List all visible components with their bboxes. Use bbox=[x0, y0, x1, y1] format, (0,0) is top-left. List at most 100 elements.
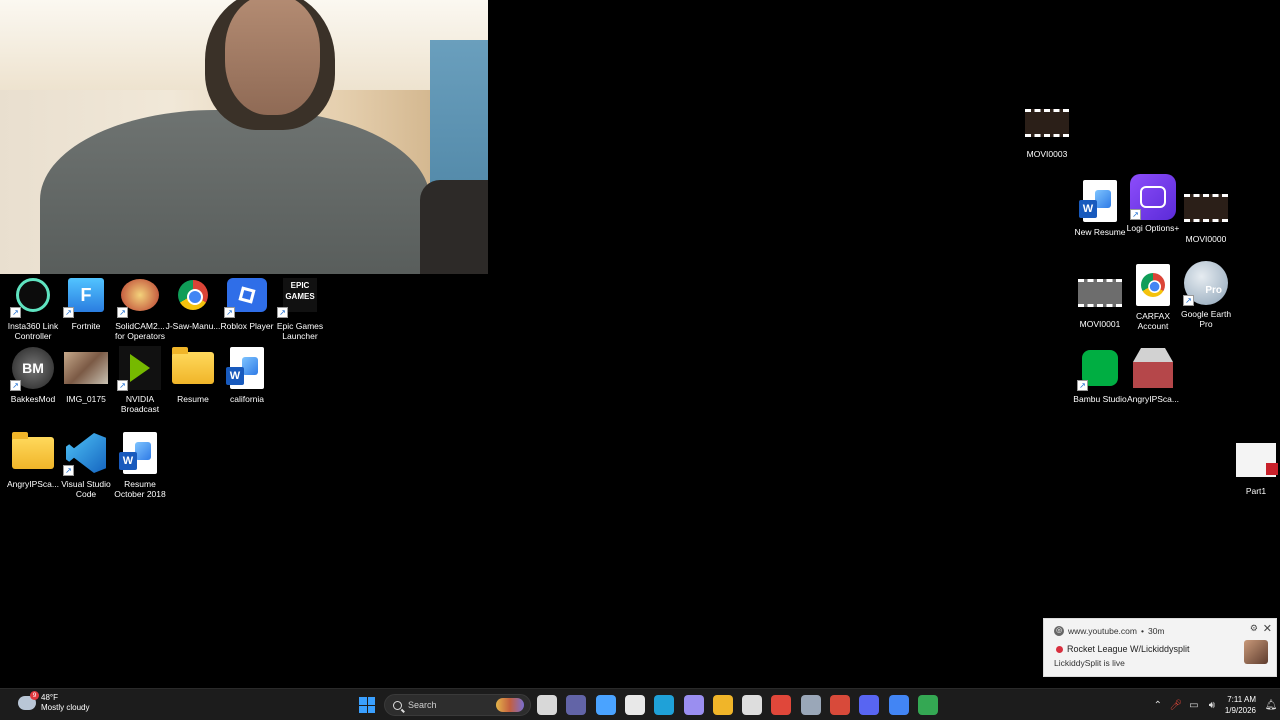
notification-source-separator: • bbox=[1140, 626, 1144, 636]
logi-options-icon: ↗ bbox=[1130, 174, 1176, 220]
store-icon[interactable] bbox=[624, 695, 645, 715]
desktop-icon-angryipscan-folder[interactable]: AngryIPSca... bbox=[5, 430, 61, 489]
desktop-icon-label: MOVI0001 bbox=[1079, 319, 1121, 329]
folder-icon bbox=[172, 347, 214, 384]
desktop-icon-img-0175[interactable]: IMG_0175 bbox=[58, 345, 114, 404]
chrome-doc-icon bbox=[1130, 262, 1176, 308]
weather-temperature: 48°F bbox=[41, 693, 58, 702]
desktop-icon-label: Google Earth Pro bbox=[1180, 309, 1232, 329]
insta360-icon: ↗ bbox=[10, 272, 56, 318]
desktop-icon-label: california bbox=[229, 394, 265, 404]
desktop-icon-label: BakkesMod bbox=[10, 394, 56, 404]
webcam-person-face bbox=[225, 0, 320, 115]
clock-time: 7:11 AM bbox=[1227, 695, 1256, 704]
solidcam-icon: ↗ bbox=[117, 272, 163, 318]
copilot-icon[interactable] bbox=[595, 695, 616, 715]
desktop-icon-nvidia-broadcast[interactable]: ↗ NVIDIA Broadcast bbox=[112, 345, 168, 414]
gaming-icon[interactable] bbox=[683, 695, 704, 715]
desktop-icon-label: J-Saw-Manu... bbox=[165, 321, 221, 331]
search-box[interactable]: Search bbox=[384, 694, 531, 716]
cloud-icon: 9 bbox=[18, 691, 39, 710]
desktop-icon-j-saw[interactable]: J-Saw-Manu... bbox=[165, 272, 221, 331]
discord-icon[interactable] bbox=[859, 695, 880, 715]
desktop-icon-carfax[interactable]: CARFAX Account bbox=[1125, 262, 1181, 331]
snipping-icon[interactable] bbox=[830, 695, 850, 715]
icon-frame bbox=[170, 272, 216, 318]
desktop-icon-label: Visual Studio Code bbox=[61, 479, 111, 499]
desktop-icon-google-earth[interactable]: Pro ↗ Google Earth Pro bbox=[1178, 260, 1234, 329]
desktop-icon-bambu-studio[interactable]: ↗ Bambu Studio bbox=[1072, 345, 1128, 404]
notification-source-url: www.youtube.com bbox=[1068, 626, 1137, 636]
icon-frame: W bbox=[117, 430, 163, 476]
icon-frame bbox=[170, 345, 216, 391]
desktop-icon-vscode[interactable]: ↗ Visual Studio Code bbox=[58, 430, 114, 499]
icon-frame bbox=[1077, 270, 1123, 316]
chrome-icon[interactable] bbox=[888, 695, 909, 715]
volume-icon[interactable]: 🔊︎ bbox=[1203, 700, 1221, 711]
search-icon bbox=[393, 700, 402, 710]
nvidia-broadcast-icon: ↗ bbox=[117, 345, 163, 391]
desktop-icon-new-resume[interactable]: W New Resume bbox=[1072, 178, 1128, 237]
desktop-icon-label: Resume October 2018 bbox=[114, 479, 166, 499]
desktop-icon-label: Fortnite bbox=[71, 321, 101, 331]
icon-frame bbox=[10, 430, 56, 476]
network-icon[interactable]: ▭ bbox=[1185, 700, 1203, 711]
obs-icon[interactable] bbox=[742, 695, 763, 715]
desktop-icon-part1[interactable]: Part1 bbox=[1232, 437, 1280, 496]
desktop-icon-california[interactable]: W california bbox=[219, 345, 275, 404]
desktop-icon-resume-oct-2018[interactable]: W Resume October 2018 bbox=[112, 430, 168, 499]
desktop-icon-logi-options[interactable]: ↗ Logi Options+ bbox=[1125, 174, 1181, 233]
task-view-icon[interactable] bbox=[537, 695, 557, 715]
desktop-icon-label: Bambu Studio bbox=[1073, 394, 1127, 404]
weather-widget[interactable]: 9 48°F Mostly cloudy bbox=[18, 691, 89, 713]
settings-icon[interactable] bbox=[800, 695, 821, 715]
video-file-icon bbox=[1184, 194, 1228, 222]
desktop-icon-label: MOVI0000 bbox=[1185, 234, 1227, 244]
desktop-icon-label: AngryIPSca... bbox=[1127, 394, 1179, 404]
live-dot-icon bbox=[1056, 645, 1063, 653]
desktop-icon-angryipscan[interactable]: AngryIPSca... bbox=[1125, 345, 1181, 404]
desktop-icon-epic-games[interactable]: EPIC GAMES ↗ Epic Games Launcher bbox=[272, 272, 328, 341]
redcircle-icon[interactable] bbox=[771, 695, 792, 715]
bambu-studio-icon: ↗ bbox=[1077, 345, 1123, 391]
desktop-icon-insta360[interactable]: ↗ Insta360 Link Controller bbox=[5, 272, 61, 341]
desktop-icon-roblox[interactable]: ↗ Roblox Player bbox=[219, 272, 275, 331]
clock[interactable]: 7:11 AM 1/9/2026 bbox=[1225, 694, 1256, 716]
settings-icon[interactable]: ⚙ bbox=[1250, 623, 1258, 634]
file-explorer-icon[interactable] bbox=[712, 695, 733, 715]
vscode-icon: ↗ bbox=[63, 430, 109, 476]
avatar bbox=[1244, 640, 1268, 664]
epic-games-icon: EPIC GAMES ↗ bbox=[277, 272, 323, 318]
bakkesmod-icon: BM ↗ bbox=[10, 345, 56, 391]
desktop-icon-resume-folder[interactable]: Resume bbox=[165, 345, 221, 404]
start-button[interactable] bbox=[359, 697, 375, 713]
video-file-icon bbox=[1078, 279, 1122, 307]
desktop-icon-label: SolidCAM2... for Operators bbox=[114, 321, 166, 341]
teams-icon[interactable] bbox=[566, 695, 587, 715]
desktop-icon-bakkesmod[interactable]: BM ↗ BakkesMod bbox=[5, 345, 61, 404]
desktop-icon-label: NVIDIA Broadcast bbox=[120, 394, 160, 414]
desktop-icon-movi0003[interactable]: MOVI0003 bbox=[1019, 100, 1075, 159]
chevron-up-icon[interactable]: ⌃ bbox=[1149, 700, 1167, 711]
weather-text: 48°F Mostly cloudy bbox=[41, 693, 89, 713]
word-doc-icon: W bbox=[119, 432, 157, 474]
desktop-icon-label: Resume bbox=[177, 394, 209, 404]
notification-bell-icon[interactable]: 🔔︎ bbox=[1262, 700, 1280, 711]
desktop-icon-label: New Resume bbox=[1074, 227, 1126, 237]
desktop-icon-solidcam[interactable]: ↗ SolidCAM2... for Operators bbox=[112, 272, 168, 341]
notification-toast[interactable]: ◎ www.youtube.com • 30m ⚙ ✕ Rocket Leagu… bbox=[1043, 618, 1277, 677]
close-icon[interactable]: ✕ bbox=[1263, 622, 1272, 635]
notification-title-text: Rocket League W/Lickiddysplit bbox=[1067, 644, 1190, 654]
chrome-alt-icon[interactable] bbox=[917, 695, 938, 715]
part-file-icon bbox=[1233, 437, 1279, 483]
desktop-icon-movi0000[interactable]: MOVI0000 bbox=[1178, 185, 1234, 244]
desktop-icon-label: Logi Options+ bbox=[1126, 223, 1180, 233]
desktop-icon-label: Roblox Player bbox=[220, 321, 274, 331]
desktop-icon-movi0001[interactable]: MOVI0001 bbox=[1072, 270, 1128, 329]
desktop-icon-fortnite[interactable]: F ↗ Fortnite bbox=[58, 272, 114, 331]
microphone-icon[interactable]: 🎤︎ bbox=[1167, 700, 1185, 711]
angry-ip-scanner-icon bbox=[1130, 345, 1176, 391]
edge-icon[interactable] bbox=[654, 695, 675, 715]
weather-badge: 9 bbox=[30, 691, 39, 700]
desktop-icon-label: CARFAX Account bbox=[1135, 311, 1170, 331]
